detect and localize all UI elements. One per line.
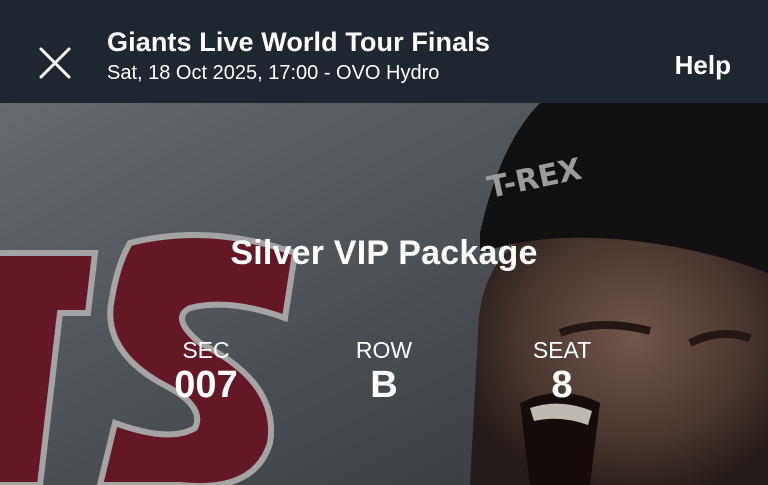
close-icon: [39, 47, 71, 79]
help-link[interactable]: Help: [675, 50, 731, 81]
package-name: Silver VIP Package: [230, 234, 538, 272]
event-date-venue: Sat, 18 Oct 2025, 17:00 - OVO Hydro: [107, 62, 440, 84]
event-header: Giants Live World Tour Finals Sat, 18 Oc…: [0, 0, 768, 103]
seat-value: 8: [551, 364, 573, 406]
seat-label: SEAT: [532, 337, 592, 363]
row-info: ROW B: [304, 336, 464, 406]
ticket-screen: Giants Live World Tour Finals Sat, 18 Oc…: [0, 0, 768, 485]
section-info: SEC 007: [126, 336, 286, 406]
row-label: ROW: [355, 337, 413, 363]
hero-dim-overlay: [0, 103, 768, 485]
event-title-block: Giants Live World Tour Finals Sat, 18 Oc…: [107, 26, 490, 86]
section-value: 007: [174, 364, 238, 406]
row-value: B: [370, 364, 398, 406]
close-button[interactable]: [30, 38, 80, 88]
section-label: SEC: [182, 337, 230, 363]
event-title: Giants Live World Tour Finals: [107, 27, 490, 57]
ticket-hero: T-REX Silver VIP Package SEC 007 ROW B S…: [0, 103, 768, 485]
seat-number-info: SEAT 8: [482, 336, 642, 406]
